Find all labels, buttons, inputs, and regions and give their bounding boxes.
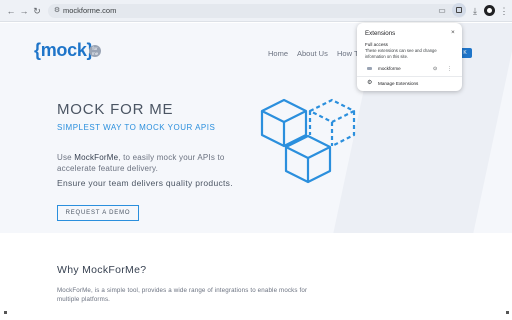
request-demo-button[interactable]: REQUEST A DEMO <box>57 205 139 221</box>
hero-description-prefix: Use <box>57 153 75 162</box>
full-access-description: These extensions can see and change info… <box>365 48 437 59</box>
why-section-body: MockForMe, is a simple tool, provides a … <box>57 287 308 303</box>
extension-name[interactable]: mockforme <box>378 65 401 73</box>
nav-about-us[interactable]: About Us <box>297 49 328 58</box>
pin-icon[interactable]: ⊙ <box>433 65 437 73</box>
hero-title: MOCK FOR ME <box>57 101 174 118</box>
hero-tagline: Ensure your team delivers quality produc… <box>57 178 233 188</box>
back-arrow-icon[interactable]: ← <box>5 5 17 17</box>
nav-how-it-works[interactable]: How T <box>337 49 359 58</box>
corner-marker <box>506 311 509 314</box>
cubes-illustration-icon <box>260 98 356 184</box>
download-icon[interactable]: ⤓ <box>469 5 481 17</box>
nav-home[interactable]: Home <box>268 49 288 58</box>
avatar-icon[interactable] <box>484 5 495 16</box>
popup-title: Extensions <box>365 30 396 37</box>
popup-divider <box>357 76 462 77</box>
gear-icon[interactable]: ⚙ <box>367 80 372 87</box>
extension-item-mockforme[interactable]: mockforme ⊙ ⋮ <box>361 64 458 74</box>
corner-marker <box>4 311 7 314</box>
mockforme-extension-icon <box>367 67 372 70</box>
forward-arrow-icon[interactable]: → <box>18 5 30 17</box>
manage-extensions-link[interactable]: Manage Extensions <box>378 81 418 86</box>
hero-subtitle: SIMPLEST WAY TO MOCK YOUR APIS <box>57 123 216 132</box>
full-access-heading: Full access <box>365 42 388 47</box>
logo-badge: for me <box>89 45 101 57</box>
reload-icon[interactable]: ↻ <box>31 5 43 17</box>
tune-icon[interactable]: ⚙ <box>52 6 62 16</box>
why-section-title: Why MockForMe? <box>57 264 147 276</box>
more-options-icon[interactable]: ⋮ <box>447 65 452 73</box>
browser-toolbar: ← → ↻ ⚙ mockforme.com ▭ ☆ ⤓ ⋮ <box>0 0 512 22</box>
address-bar[interactable]: ⚙ mockforme.com ▭ ☆ <box>48 4 466 18</box>
url-text[interactable]: mockforme.com <box>63 5 116 17</box>
hero-description-brand: MockForMe <box>74 153 119 162</box>
cast-icon[interactable]: ▭ <box>437 6 447 16</box>
puzzle-icon[interactable] <box>452 3 466 17</box>
site-logo[interactable]: {mock} <box>34 40 94 61</box>
extensions-popup: Extensions × Full access These extension… <box>357 23 462 91</box>
kebab-menu-icon[interactable]: ⋮ <box>498 5 510 17</box>
hero-description: Use MockForMe, to easily mock your APIs … <box>57 152 257 174</box>
close-icon[interactable]: × <box>451 29 455 36</box>
